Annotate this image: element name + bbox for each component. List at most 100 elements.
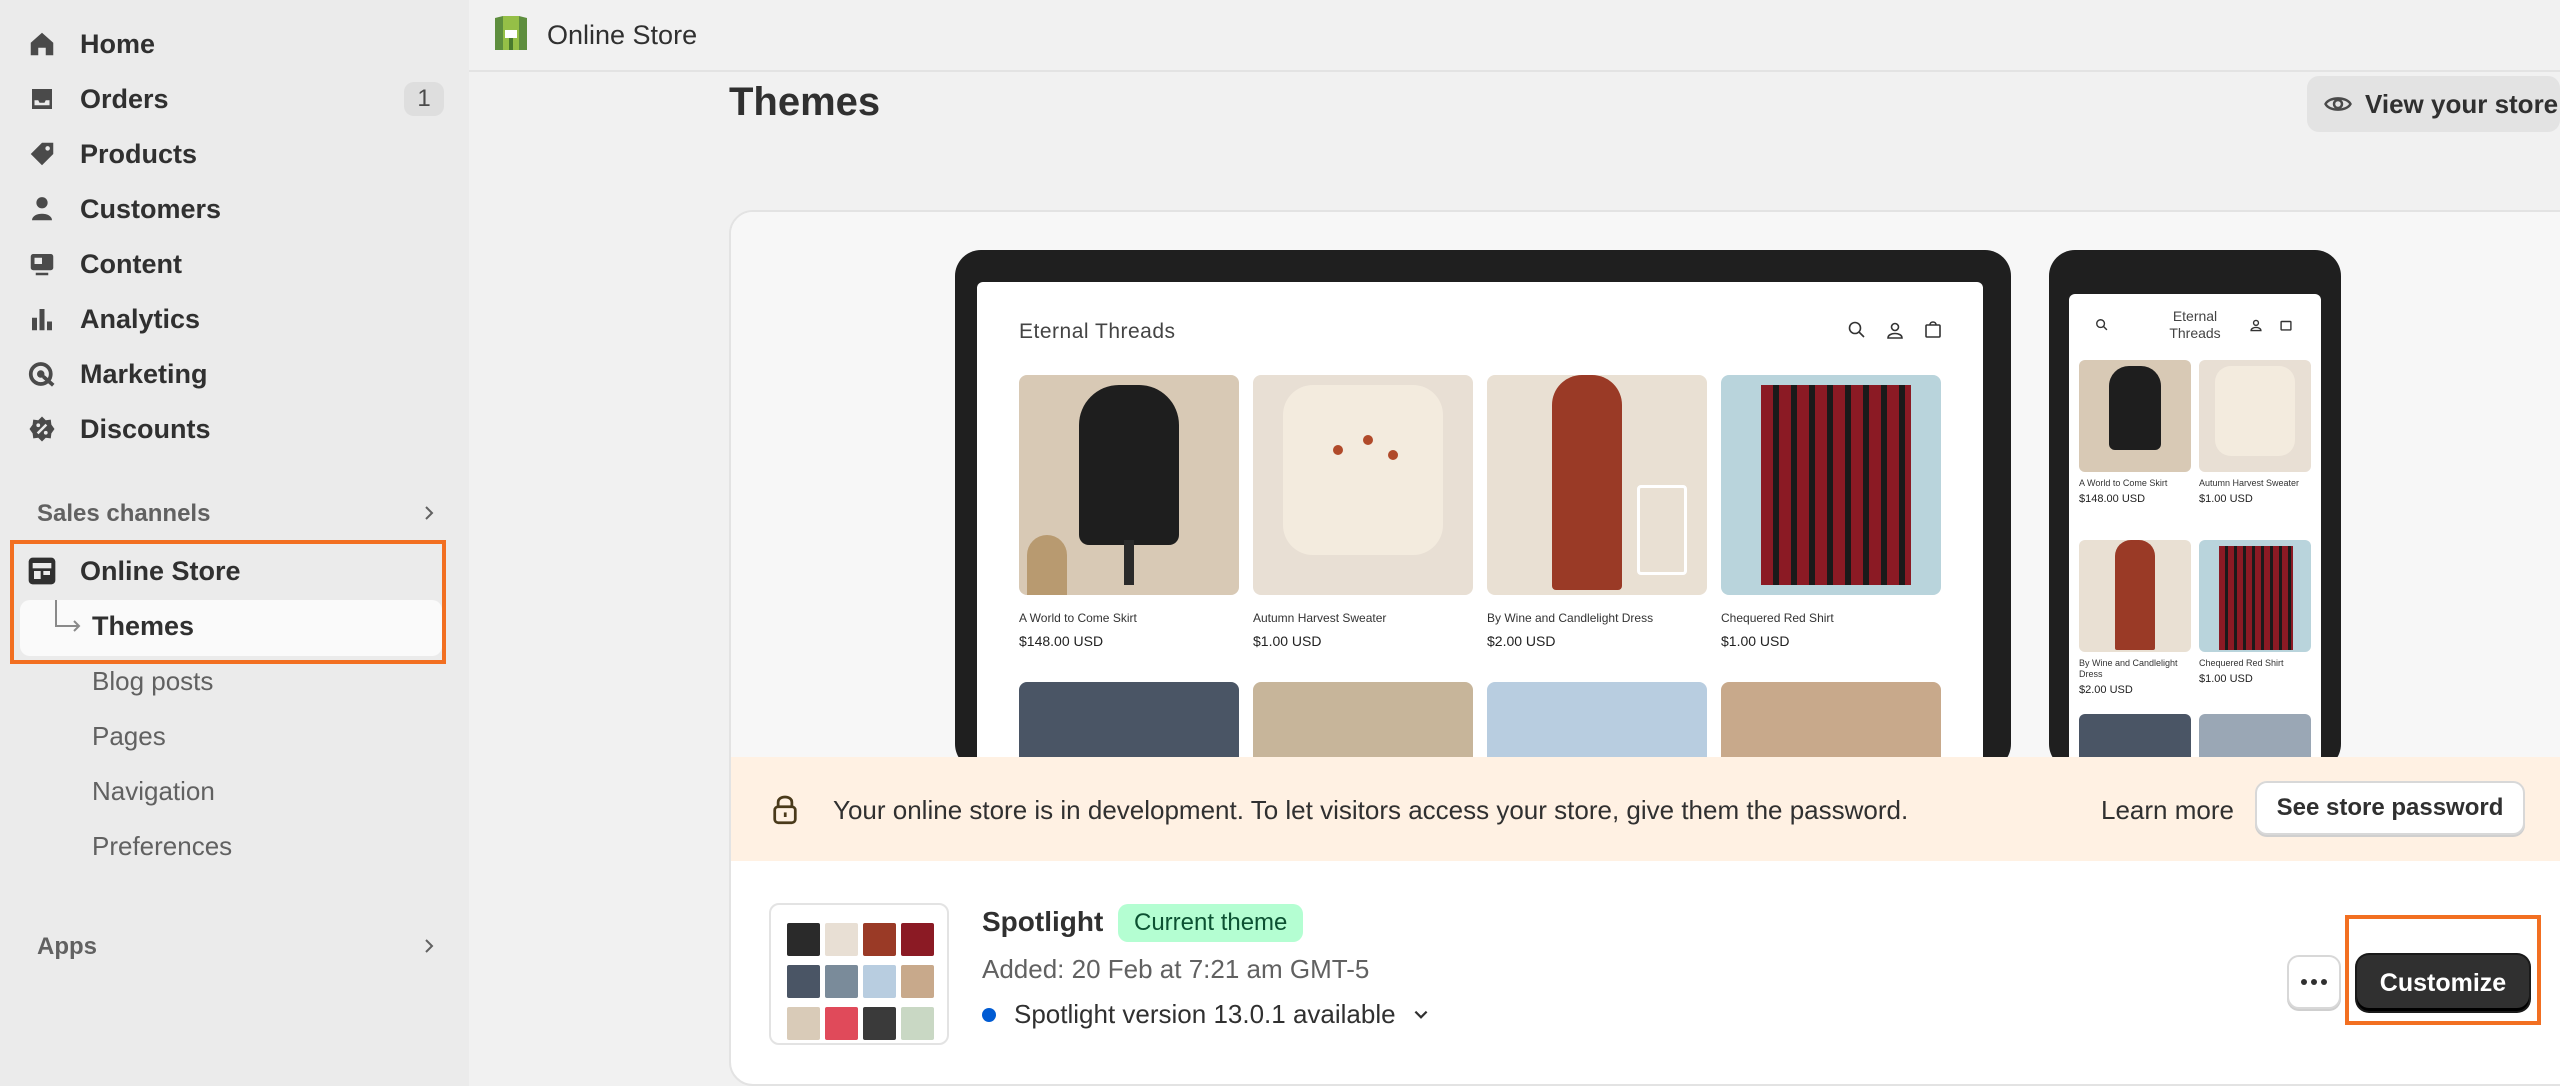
product-name: Chequered Red Shirt — [2199, 658, 2284, 668]
desktop-preview: Eternal Threads A World to Come Skirt $1… — [955, 250, 2011, 757]
nav-label: Analytics — [80, 303, 201, 334]
product-name: Autumn Harvest Sweater — [1253, 611, 1387, 625]
product-price: $1.00 USD — [2199, 493, 2253, 505]
view-store-label: View your store — [2365, 88, 2559, 119]
theme-name: Spotlight — [982, 906, 1104, 937]
current-theme-badge: Current theme — [1118, 904, 1304, 942]
product-image-shirt — [1721, 375, 1941, 595]
notice-message: Your online store is in development. To … — [833, 795, 1909, 825]
product-image-sweater — [1253, 375, 1473, 595]
info-dot-icon — [982, 1007, 996, 1022]
nav-label: Online Store — [80, 555, 241, 586]
mobile-preview: Eternal Threads A World to Come Skirt $1… — [2049, 250, 2341, 757]
product-price: $148.00 USD — [2079, 493, 2146, 505]
online-store-app-icon — [493, 14, 529, 57]
tag-icon — [24, 136, 60, 172]
top-bar: Online Store — [469, 0, 2560, 72]
sidebar-item-pages[interactable]: Pages — [92, 721, 166, 752]
theme-version-update[interactable]: Spotlight version 13.0.1 available — [982, 999, 1430, 1030]
nav-customers[interactable]: Customers — [24, 185, 444, 233]
sidebar: Home Orders 1 Products Customers Content… — [0, 0, 469, 1086]
sales-channels-label: Sales channels — [37, 500, 211, 527]
product-price: $148.00 USD — [1019, 633, 1104, 649]
product-name: Chequered Red Shirt — [1721, 611, 1834, 625]
chevron-right-icon — [421, 500, 437, 528]
phone-product-card: By Wine and Candlelight Dress $2.00 USD — [2079, 540, 2191, 696]
phone-product-card: A World to Come Skirt $148.00 USD — [2079, 360, 2191, 505]
product-price: $2.00 USD — [2079, 684, 2133, 696]
theme-info-row: Spotlight Current theme Added: 20 Feb at… — [731, 861, 2560, 1084]
product-price: $1.00 USD — [1721, 633, 1790, 649]
nav-products[interactable]: Products — [24, 130, 444, 178]
target-icon — [24, 356, 60, 392]
ellipsis-icon — [2301, 979, 2327, 985]
product-name: By Wine and Candlelight Dress — [2079, 658, 2178, 679]
eye-icon — [2324, 97, 2352, 111]
sales-channels-header[interactable]: Sales channels — [37, 500, 437, 528]
product-name: A World to Come Skirt — [1019, 611, 1137, 625]
nav-marketing[interactable]: Marketing — [24, 350, 444, 398]
development-notice-banner: Your online store is in development. To … — [731, 757, 2560, 861]
product-name: A World to Come Skirt — [2079, 478, 2168, 488]
nav-label: Home — [80, 28, 156, 59]
product-card: Chequered Red Shirt $1.00 USD — [1721, 375, 1941, 649]
current-theme-card: Eternal Threads A World to Come Skirt $1… — [729, 210, 2560, 1086]
more-actions-button[interactable] — [2287, 955, 2341, 1009]
version-label: Spotlight version 13.0.1 available — [1014, 999, 1396, 1029]
store-name: Eternal Threads — [1019, 320, 1176, 343]
view-store-button[interactable]: View your store — [2307, 76, 2560, 132]
product-card: Autumn Harvest Sweater $1.00 USD — [1253, 375, 1473, 649]
nav-label: Products — [80, 138, 198, 169]
phone-product-card: Autumn Harvest Sweater $1.00 USD — [2199, 360, 2311, 505]
sidebar-item-preferences[interactable]: Preferences — [92, 831, 232, 862]
nav-label: Discounts — [80, 413, 211, 444]
sidebar-item-navigation[interactable]: Navigation — [92, 776, 215, 807]
nav-home[interactable]: Home — [24, 20, 444, 68]
customize-button[interactable]: Customize — [2357, 955, 2529, 1011]
product-card: By Wine and Candlelight Dress $2.00 USD — [1487, 375, 1707, 649]
bar-chart-icon — [24, 301, 60, 337]
inbox-icon — [24, 81, 60, 117]
phone-product-card: Chequered Red Shirt $1.00 USD — [2199, 540, 2311, 685]
person-icon — [24, 191, 60, 227]
nav-label: Marketing — [80, 358, 208, 389]
sidebar-item-blog-posts[interactable]: Blog posts — [92, 666, 213, 697]
nav-analytics[interactable]: Analytics — [24, 295, 444, 343]
phone-store-name: Eternal Threads — [2169, 308, 2221, 341]
orders-count-badge: 1 — [404, 82, 444, 116]
discount-icon — [24, 411, 60, 447]
sub-branch-icon — [55, 600, 81, 632]
account-icon — [1887, 322, 1903, 339]
apps-label: Apps — [37, 933, 97, 960]
nav-label: Customers — [80, 193, 222, 224]
sidebar-label-themes: Themes — [92, 611, 195, 641]
product-name: By Wine and Candlelight Dress — [1487, 611, 1654, 625]
topbar-title: Online Store — [547, 19, 698, 50]
nav-discounts[interactable]: Discounts — [24, 405, 444, 453]
product-image-dress — [1487, 375, 1707, 595]
nav-orders[interactable]: Orders 1 — [24, 75, 444, 123]
content-icon — [24, 246, 60, 282]
account-icon — [2250, 319, 2262, 332]
theme-preview[interactable]: Eternal Threads A World to Come Skirt $1… — [731, 212, 2560, 757]
page-title: Themes — [729, 80, 881, 124]
chevron-down-icon — [1414, 1010, 1428, 1019]
product-image-skirt — [1019, 375, 1239, 595]
product-price: $1.00 USD — [2199, 673, 2253, 685]
product-price: $2.00 USD — [1487, 633, 1556, 649]
apps-header[interactable]: Apps — [37, 933, 437, 961]
product-price: $1.00 USD — [1253, 633, 1322, 649]
lock-icon — [773, 795, 797, 825]
product-card: A World to Come Skirt $148.00 USD — [1019, 375, 1239, 649]
cart-icon — [1925, 321, 1941, 338]
learn-more-link[interactable]: Learn more — [2101, 795, 2234, 826]
nav-online-store[interactable]: Online Store — [24, 547, 444, 595]
chevron-right-icon — [421, 933, 437, 961]
nav-label: Orders — [80, 83, 169, 114]
theme-thumbnail[interactable] — [769, 903, 949, 1045]
store-icon — [24, 553, 60, 589]
see-store-password-button[interactable]: See store password — [2255, 781, 2525, 835]
nav-content[interactable]: Content — [24, 240, 444, 288]
product-name: Autumn Harvest Sweater — [2199, 478, 2300, 488]
search-icon — [1848, 321, 1865, 338]
